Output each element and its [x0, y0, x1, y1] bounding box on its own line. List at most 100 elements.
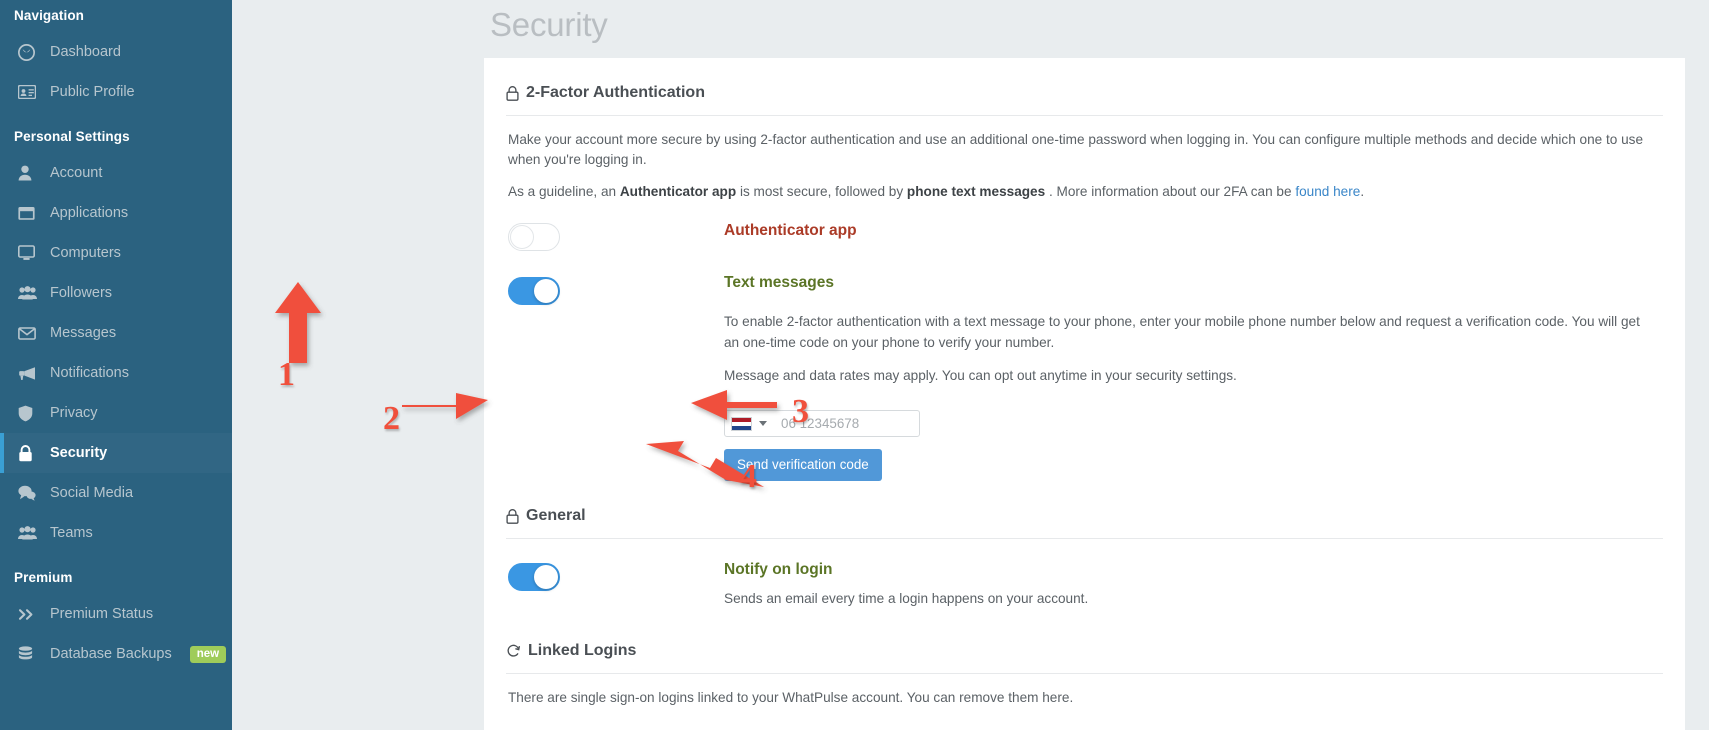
sidebar-item-label: Teams — [50, 525, 93, 541]
text-messages-toggle-cell — [508, 268, 724, 481]
comments-icon — [18, 485, 42, 501]
text-messages-body: Text messages To enable 2-factor authent… — [724, 268, 1685, 482]
text-messages-desc-1: To enable 2-factor authentication with a… — [724, 314, 1640, 350]
sidebar-item-label: Messages — [50, 325, 117, 341]
section-header-linked-logins: Linked Logins — [484, 642, 1685, 660]
send-verification-code-button[interactable]: Send verification code — [724, 449, 882, 482]
section-header-general: General — [484, 507, 1685, 525]
security-card: 2-Factor Authentication Make your accoun… — [484, 58, 1685, 730]
intro-text-a: As a guideline, an — [508, 184, 620, 200]
megaphone-icon — [18, 366, 42, 381]
envelope-icon — [18, 326, 42, 340]
general-row-notify: Notify on login Sends an email every tim… — [484, 561, 1685, 609]
sidebar-item-label: Public Profile — [50, 84, 135, 100]
sidebar-item-label: Security — [50, 445, 108, 461]
text-messages-title: Text messages — [724, 274, 834, 292]
sidebar-item-privacy[interactable]: Privacy — [0, 393, 232, 433]
phone-entry-row: 06 12345678 Send verification code — [724, 386, 1655, 482]
sidebar-item-social-media[interactable]: Social Media — [0, 473, 232, 513]
sidebar-item-messages[interactable]: Messages — [0, 313, 232, 353]
id-card-icon — [18, 85, 42, 99]
sidebar-group-header-navigation: Navigation — [14, 8, 85, 23]
sidebar-item-label: Database Backups — [50, 646, 172, 662]
sidebar-item-applications[interactable]: Applications — [0, 193, 232, 233]
sidebar-item-label: Followers — [50, 285, 113, 301]
user-icon — [18, 165, 42, 181]
lock-icon — [506, 508, 519, 524]
shield-icon — [18, 405, 42, 422]
sidebar-item-label: Computers — [50, 245, 121, 261]
sidebar-item-dashboard[interactable]: Dashboard — [0, 32, 232, 72]
text-messages-desc-2: Message and data rates may apply. You ca… — [724, 367, 1237, 383]
notify-on-login-title: Notify on login — [724, 561, 833, 579]
netherlands-flag-icon — [731, 416, 752, 431]
users-icon — [18, 286, 42, 300]
main-content: Security 2-Factor Authentication Make yo… — [232, 0, 1709, 730]
annotation-number-1: 1 — [278, 356, 295, 393]
method-row-text-messages: Text messages To enable 2-factor authent… — [484, 268, 1685, 482]
notify-on-login-desc: Sends an email every time a login happen… — [724, 591, 1089, 607]
twofa-intro-1: Make your account more secure by using 2… — [508, 132, 1644, 167]
lock-icon — [18, 444, 42, 462]
chevron-double-right-icon — [18, 608, 42, 621]
method-row-authenticator: Authenticator app — [484, 214, 1685, 252]
divider — [506, 538, 1663, 540]
users-icon — [18, 526, 42, 540]
annotation-number-2: 2 — [383, 400, 400, 437]
annotation-arrow-1 — [275, 282, 321, 363]
sidebar-item-label: Account — [50, 165, 103, 181]
sidebar-group-header-personal-settings: Personal Settings — [14, 129, 130, 144]
toggle-knob — [534, 279, 558, 304]
chevron-down-icon — [759, 421, 767, 427]
sidebar-item-followers[interactable]: Followers — [0, 273, 232, 313]
notify-on-login-toggle[interactable] — [508, 563, 560, 592]
intro-text-e: . More information about our 2FA can be — [1045, 184, 1296, 200]
sidebar-item-notifications[interactable]: Notifications — [0, 353, 232, 393]
sidebar-group-header-premium: Premium — [14, 570, 73, 585]
sidebar-item-label: Premium Status — [50, 606, 154, 622]
status-badge-new: new — [189, 645, 227, 663]
sidebar-item-teams[interactable]: Teams — [0, 513, 232, 553]
desktop-icon — [18, 245, 42, 261]
page-header: Security — [232, 0, 1709, 58]
linked-logins-icon — [506, 644, 521, 658]
lock-icon — [506, 85, 519, 101]
sidebar-item-label: Applications — [50, 205, 129, 221]
intro-bold-authenticator: Authenticator app — [619, 184, 737, 200]
authenticator-body: Authenticator app — [724, 214, 1685, 251]
sidebar-item-computers[interactable]: Computers — [0, 233, 232, 273]
section-title: 2-Factor Authentication — [526, 84, 705, 101]
authenticator-title: Authenticator app — [724, 222, 857, 240]
section-header-2fa: 2-Factor Authentication — [484, 84, 1685, 102]
sidebar-item-premium-status[interactable]: Premium Status — [0, 594, 232, 634]
intro-text-f: . — [1360, 184, 1365, 200]
country-select[interactable] — [731, 416, 767, 431]
dashboard-icon — [18, 43, 42, 61]
page-title: Security — [490, 6, 608, 43]
window-icon — [18, 206, 42, 221]
sidebar-item-label: Social Media — [50, 485, 134, 501]
toggle-knob — [534, 565, 558, 590]
text-messages-toggle[interactable] — [508, 277, 560, 306]
sidebar-item-security[interactable]: Security — [0, 433, 232, 473]
sidebar-item-label: Notifications — [50, 365, 129, 381]
intro-bold-text-messages: phone text messages — [906, 184, 1046, 200]
intro-text-c: is most secure, followed by — [736, 184, 907, 200]
authenticator-app-toggle[interactable] — [508, 223, 560, 252]
linked-logins-desc: There are single sign-on logins linked t… — [508, 689, 1074, 705]
found-here-link[interactable]: found here — [1295, 184, 1360, 199]
sidebar-item-database-backups[interactable]: Database Backups new — [0, 634, 232, 674]
toggle-knob — [510, 225, 534, 250]
sidebar-item-label: Dashboard — [50, 44, 121, 60]
sidebar-item-account[interactable]: Account — [0, 153, 232, 193]
sidebar-item-label: Privacy — [50, 405, 98, 421]
notify-body: Notify on login Sends an email every tim… — [724, 561, 1685, 609]
database-icon — [18, 645, 42, 663]
twofa-intro-2: As a guideline, an Authenticator app is … — [484, 169, 1685, 202]
section-title: General — [526, 507, 586, 525]
authenticator-toggle-cell — [508, 214, 724, 252]
phone-number-field[interactable]: 06 12345678 — [724, 410, 920, 438]
sidebar: Navigation Dashboard Public Profile Pers… — [0, 0, 232, 730]
sidebar-item-public-profile[interactable]: Public Profile — [0, 72, 232, 112]
app-root: Navigation Dashboard Public Profile Pers… — [0, 0, 1709, 730]
